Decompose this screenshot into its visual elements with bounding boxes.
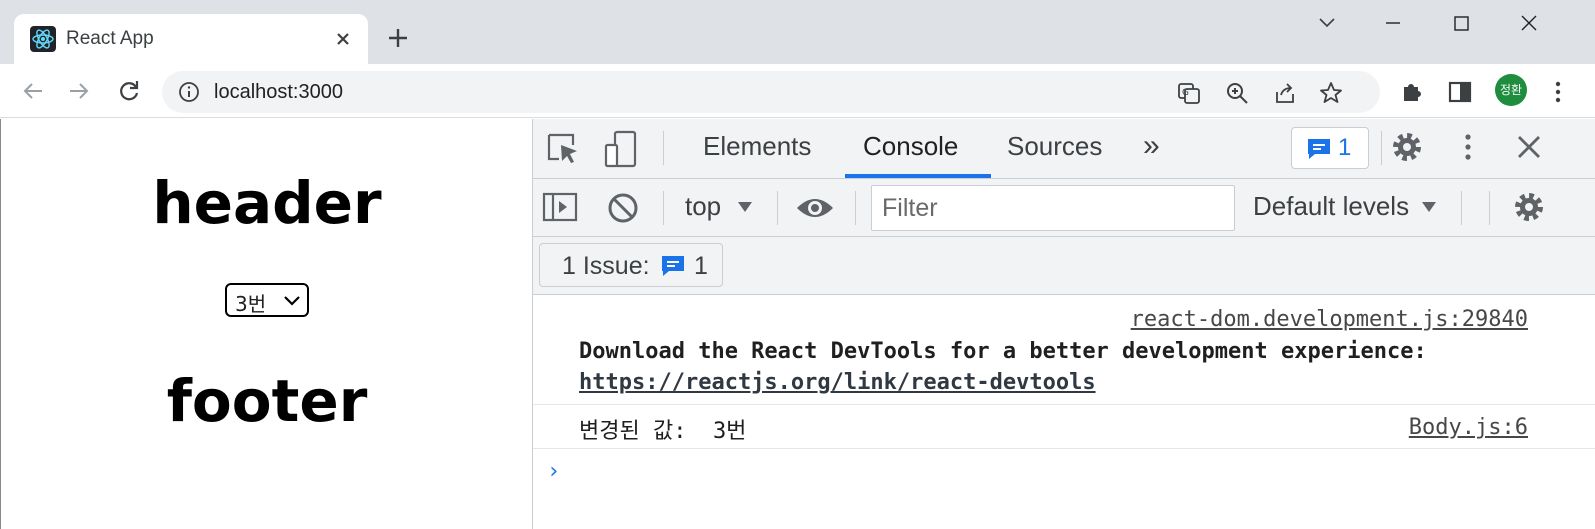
filter-placeholder: Filter [882, 194, 938, 222]
page-viewport: header 3번 footer [0, 119, 532, 529]
console-message: react-dom.development.js:29840 Download … [533, 295, 1595, 405]
tab-title: React App [66, 28, 154, 49]
reload-icon[interactable] [114, 76, 144, 106]
bookmark-star-icon[interactable] [1318, 80, 1344, 106]
devtools-tab-bar: Elements Console Sources » 1 [533, 119, 1595, 179]
execution-context-select[interactable]: top [685, 191, 721, 222]
console-prompt-icon[interactable]: › [547, 459, 560, 484]
context-dropdown-icon [738, 202, 752, 212]
react-favicon-icon [30, 26, 56, 52]
tab-elements[interactable]: Elements [703, 131, 811, 162]
toolbar-divider [855, 191, 856, 225]
share-icon[interactable] [1272, 80, 1298, 106]
svg-text:G: G [1182, 88, 1189, 98]
browser-toolbar: localhost:3000 G 정환 [0, 64, 1595, 118]
tab-search-chevron-icon[interactable] [1304, 10, 1350, 38]
issues-chip-button[interactable]: 1 Issue: 1 [539, 243, 723, 287]
profile-avatar[interactable]: 정환 [1495, 74, 1527, 106]
page-header-heading: header [152, 169, 382, 237]
new-tab-plus-icon[interactable] [384, 24, 412, 52]
select-value: 3번 [235, 292, 267, 316]
url-text: localhost:3000 [214, 81, 343, 103]
console-output: react-dom.development.js:29840 Download … [533, 295, 1595, 529]
device-toolbar-icon[interactable] [603, 129, 639, 174]
console-toolbar: top Filter Default levels [533, 179, 1595, 237]
toolbar-divider [1489, 191, 1490, 225]
toolbar-divider [663, 131, 664, 165]
browser-tab[interactable]: React App [14, 14, 368, 64]
issue-message-icon [662, 256, 684, 276]
log-levels-select[interactable]: Default levels [1253, 191, 1409, 222]
close-devtools-icon[interactable] [1513, 131, 1545, 168]
toolbar-divider [1461, 191, 1462, 225]
more-tabs-chevron-icon[interactable]: » [1143, 129, 1160, 163]
extensions-puzzle-icon[interactable] [1398, 78, 1426, 106]
clear-console-icon[interactable] [605, 190, 641, 231]
devtools-kebab-menu-icon[interactable] [1453, 129, 1483, 170]
page-footer-heading: footer [166, 367, 368, 435]
issues-label: 1 Issue: [562, 252, 650, 280]
levels-dropdown-icon [1422, 202, 1436, 212]
console-message: 변경된 값: 3번 Body.js:6 [533, 405, 1595, 449]
minimize-icon[interactable] [1370, 10, 1416, 38]
translate-icon[interactable]: G [1176, 80, 1202, 106]
sidebar-toggle-icon[interactable] [541, 189, 579, 230]
forward-arrow-icon[interactable] [64, 76, 94, 106]
settings-gear-icon[interactable] [1389, 129, 1425, 170]
issues-chip-count: 1 [694, 252, 708, 280]
message-source-link[interactable]: Body.js:6 [1409, 415, 1528, 440]
inspect-element-icon[interactable] [545, 131, 581, 172]
toolbar-divider [663, 191, 664, 225]
maximize-icon[interactable] [1438, 10, 1484, 38]
side-panel-icon[interactable] [1446, 78, 1474, 106]
tab-console[interactable]: Console [863, 131, 958, 162]
active-tab-indicator [845, 174, 991, 178]
address-bar[interactable]: localhost:3000 G [162, 71, 1380, 113]
console-settings-gear-icon[interactable] [1511, 189, 1547, 230]
back-arrow-icon[interactable] [18, 76, 48, 106]
message-icon [1308, 139, 1330, 159]
issues-bar: 1 Issue: 1 [533, 237, 1595, 295]
devtools-link[interactable]: https://reactjs.org/link/react-devtools [579, 370, 1096, 395]
console-filter-input[interactable]: Filter [871, 185, 1235, 231]
zoom-icon[interactable] [1224, 80, 1250, 106]
issues-counter-button[interactable]: 1 [1291, 127, 1369, 169]
tab-close-icon[interactable] [330, 26, 356, 52]
close-window-icon[interactable] [1506, 10, 1552, 38]
live-expression-eye-icon[interactable] [795, 191, 835, 230]
tab-sources[interactable]: Sources [1007, 131, 1102, 162]
tab-strip: React App [0, 0, 1595, 64]
toolbar-divider [777, 191, 778, 225]
number-select[interactable]: 3번 [225, 283, 309, 317]
issues-counter-value: 1 [1338, 134, 1352, 161]
message-source-link[interactable]: react-dom.development.js:29840 [1131, 307, 1528, 332]
select-chevron-icon [284, 296, 300, 306]
toolbar-divider [1381, 131, 1382, 165]
message-text: 변경된 값: 3번 [579, 419, 747, 444]
message-text: Download the React DevTools for a better… [579, 339, 1427, 364]
devtools-panel: Elements Console Sources » 1 top Filter … [532, 119, 1595, 529]
site-info-icon[interactable] [178, 81, 200, 103]
chrome-menu-icon[interactable] [1544, 78, 1572, 106]
